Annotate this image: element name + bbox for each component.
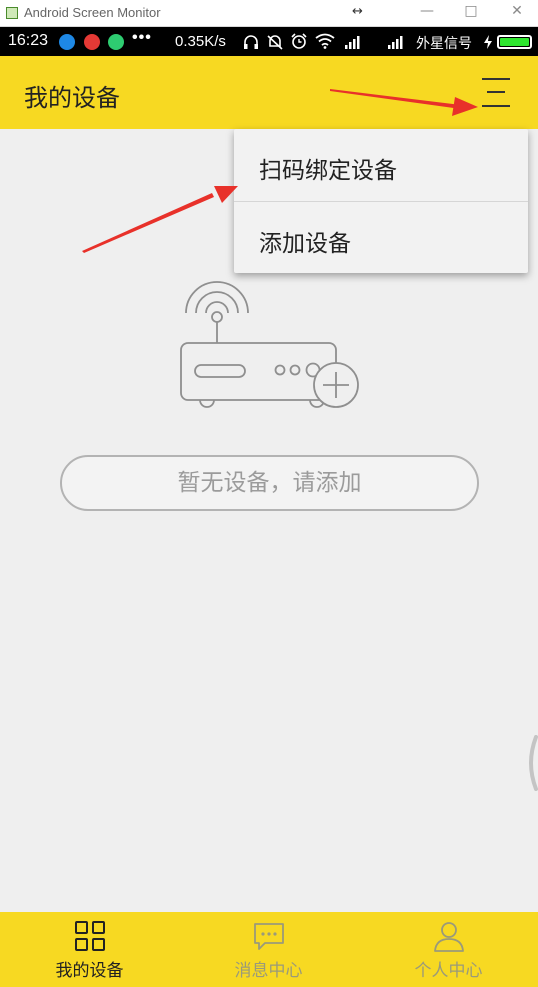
message-icon — [254, 923, 284, 950]
edge-handle[interactable] — [524, 735, 538, 791]
bottom-nav: 我的设备 消息中心 个人中心 — [0, 912, 538, 987]
add-device-label: 暂无设备，请添加 — [177, 470, 362, 496]
tab-label: 我的设备 — [55, 961, 124, 981]
add-device-button[interactable]: 暂无设备，请添加 — [60, 455, 479, 511]
tab-my-devices[interactable]: 我的设备 — [0, 912, 179, 987]
user-icon — [434, 922, 464, 952]
grid-icon — [75, 921, 105, 951]
tab-label: 个人中心 — [414, 961, 483, 981]
tab-personal-center[interactable]: 个人中心 — [359, 912, 538, 987]
arrow-to-scan-item — [82, 186, 238, 253]
arrow-to-menu-icon — [330, 89, 478, 116]
annotation-arrows — [82, 89, 478, 253]
tab-label: 消息中心 — [234, 961, 303, 981]
tab-message-center[interactable]: 消息中心 — [179, 912, 358, 987]
